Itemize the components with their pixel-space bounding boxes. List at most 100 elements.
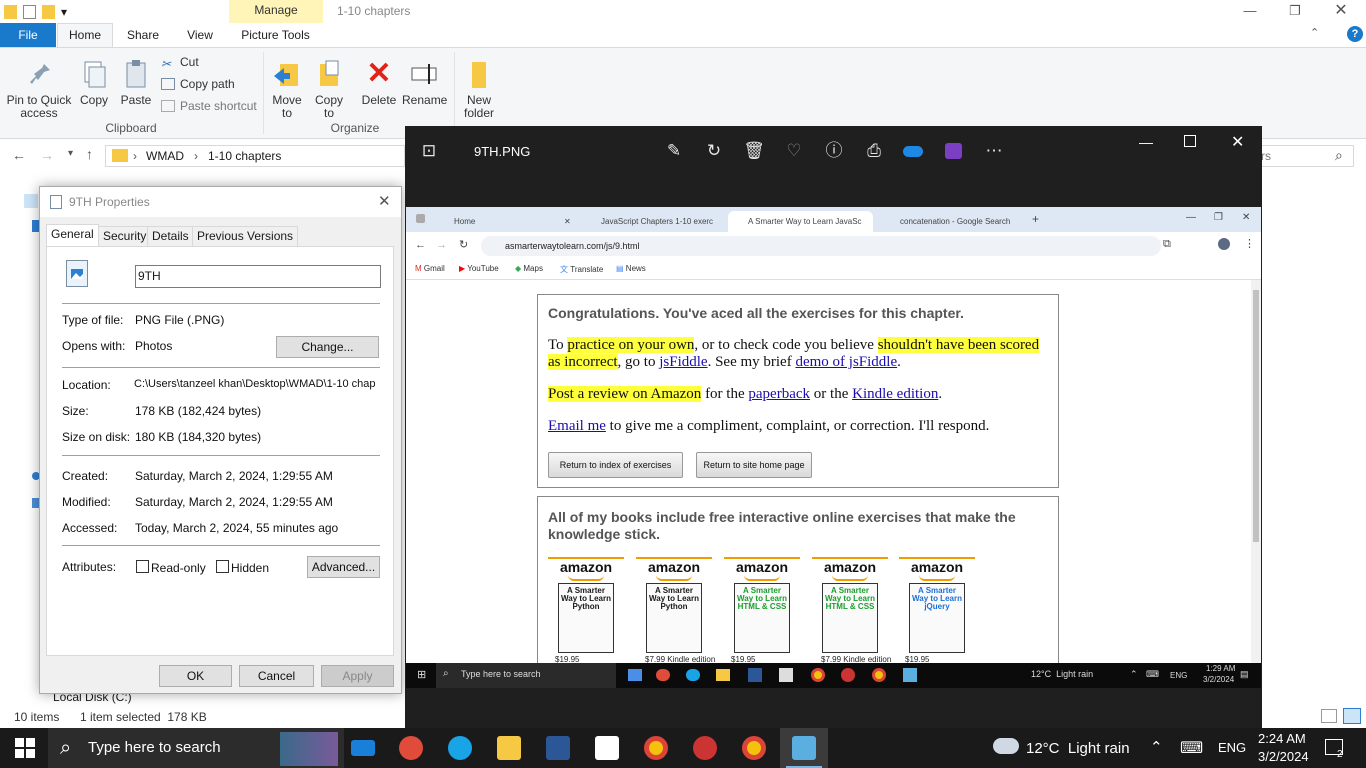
apply-button[interactable]: Apply (321, 665, 394, 687)
address-bar[interactable]: › WMAD › 1-10 chapters (105, 145, 405, 167)
taskbar-time[interactable]: 2:24 AM (1258, 731, 1306, 746)
browser-close-icon[interactable]: ✕ (1242, 212, 1250, 223)
chevron-up-icon[interactable]: ⌃ (1150, 738, 1163, 756)
minimize-button[interactable]: — (1227, 0, 1273, 22)
search-box[interactable]: rs ⌕ (1250, 145, 1354, 167)
cancel-button[interactable]: Cancel (239, 665, 314, 687)
photos-maximize-icon[interactable] (1184, 135, 1196, 147)
browser-forward-icon[interactable]: → (436, 239, 447, 251)
paperback-link[interactable]: paperback (748, 386, 810, 402)
book-card[interactable]: amazon A Smarter Way to Learn Python (548, 557, 624, 657)
taskbar-lang[interactable]: ENG (1218, 740, 1246, 755)
bookmark-gmail[interactable]: M Gmail (415, 264, 445, 273)
browser-back-icon[interactable]: ← (415, 239, 426, 251)
return-index-button[interactable]: Return to index of exercises (548, 452, 683, 478)
new-folder-icon[interactable] (42, 4, 55, 19)
info-icon[interactable]: ⓘ (822, 139, 846, 163)
book-card[interactable]: amazon A Smarter Way to Learn HTML & CSS (724, 557, 800, 657)
email-link[interactable]: Email me (548, 418, 606, 434)
book-card[interactable]: amazon A Smarter Way to Learn HTML & CSS (812, 557, 888, 657)
new-folder-button[interactable]: New folder (458, 58, 500, 120)
taskbar-store[interactable] (583, 728, 631, 768)
scrollbar-thumb[interactable] (1253, 290, 1259, 542)
tab-security[interactable]: Security (98, 226, 152, 247)
hidden-checkbox[interactable] (216, 560, 229, 573)
bookmark-translate[interactable]: 文 Translate (560, 264, 603, 275)
taskbar-word[interactable] (534, 728, 582, 768)
back-arrow-icon[interactable]: ← (12, 147, 26, 163)
close-icon[interactable]: ✕ (378, 192, 391, 210)
pin-to-quick-access-button[interactable]: Pin to Quick access (4, 58, 74, 120)
paste-button[interactable]: Paste (116, 58, 156, 107)
bookmark-news[interactable]: ▤ News (616, 264, 646, 273)
forward-arrow-icon[interactable]: → (40, 147, 54, 163)
copy-button[interactable]: Copy (76, 58, 112, 107)
photos-close-icon[interactable]: ✕ (1231, 132, 1244, 152)
breadcrumb-wmad[interactable]: WMAD (146, 149, 184, 163)
book-card[interactable]: amazon A Smarter Way to Learn Python (636, 557, 712, 657)
quick-access-icon[interactable] (24, 194, 38, 208)
taskbar-photos[interactable] (780, 728, 828, 768)
delete-icon[interactable]: 🗑 (742, 139, 766, 163)
keyboard-icon[interactable]: ⌨ (1180, 738, 1203, 758)
clipchamp-icon[interactable] (945, 143, 962, 159)
tab-details[interactable]: Details (147, 226, 194, 247)
gallery-icon[interactable]: ⊡ (417, 139, 441, 163)
windows-start-icon[interactable] (15, 738, 35, 758)
tab-general[interactable]: General (46, 224, 99, 246)
recent-chevron-icon[interactable]: ▾ (68, 148, 73, 159)
browser-tab-home[interactable]: Home ✕ (434, 211, 574, 232)
delete-button[interactable]: ✕ Delete (358, 58, 400, 107)
copy-path-button[interactable]: Copy path (161, 75, 235, 93)
rotate-icon[interactable]: ↻ (702, 139, 726, 163)
file-name-field[interactable]: 9TH (135, 265, 381, 288)
move-to-button[interactable]: Move to (268, 58, 306, 120)
paste-shortcut-button[interactable]: Paste shortcut (161, 97, 257, 115)
browser-restore-icon[interactable]: ❐ (1214, 212, 1223, 223)
tab-search-icon[interactable] (416, 214, 425, 223)
tab-file[interactable]: File (0, 23, 56, 47)
new-tab-icon[interactable]: + (1032, 212, 1039, 226)
rename-button[interactable]: Rename (402, 58, 447, 107)
weather-cloud-icon[interactable] (993, 738, 1019, 754)
readonly-checkbox[interactable] (136, 560, 149, 573)
extensions-icon[interactable]: ⧉ (1163, 238, 1171, 251)
favorite-heart-icon[interactable]: ♡ (782, 139, 806, 163)
taskbar-search-box[interactable]: ⌕ Type here to search (48, 728, 344, 768)
taskbar-chrome[interactable] (730, 728, 778, 768)
help-icon[interactable]: ? (1347, 26, 1363, 42)
jsfiddle-link[interactable]: jsFiddle (659, 354, 707, 370)
return-home-button[interactable]: Return to site home page (696, 452, 812, 478)
taskbar-app[interactable] (387, 728, 435, 768)
large-icons-view-icon[interactable] (1343, 708, 1361, 724)
tab-close-icon[interactable]: ✕ (564, 211, 571, 232)
cut-button[interactable]: ✂ Cut (161, 53, 199, 71)
restore-button[interactable]: ❐ (1272, 0, 1318, 22)
browser-tab-smarter-way[interactable]: A Smarter Way to Learn JavaSc (728, 211, 873, 232)
taskbar-app[interactable] (681, 728, 729, 768)
tab-previous-versions[interactable]: Previous Versions (192, 226, 299, 247)
profile-avatar[interactable] (1218, 238, 1230, 250)
taskbar-file-explorer[interactable] (485, 728, 533, 768)
change-button[interactable]: Change... (276, 336, 379, 358)
taskbar-weather[interactable]: 12°C Light rain (1026, 740, 1130, 757)
onedrive-icon[interactable] (903, 146, 923, 157)
edit-image-icon[interactable]: ✎ (662, 139, 686, 163)
browser-tab-google-search[interactable]: concatenation - Google Search (880, 211, 1025, 232)
taskbar-chrome[interactable] (632, 728, 680, 768)
browser-address-bar[interactable]: asmarterwaytolearn.com/js/9.html (481, 236, 1161, 256)
tab-manage[interactable]: Manage (229, 0, 323, 23)
chevron-down-icon[interactable]: ▾ (61, 5, 69, 19)
chevron-up-icon[interactable]: ⌃ (1310, 26, 1319, 39)
advanced-button[interactable]: Advanced... (307, 556, 380, 578)
kindle-link[interactable]: Kindle edition (852, 386, 938, 402)
ok-button[interactable]: OK (159, 665, 232, 687)
close-button[interactable]: ✕ (1318, 0, 1364, 22)
print-icon[interactable]: ⎙ (862, 139, 886, 163)
more-options-icon[interactable]: ⋯ (982, 139, 1006, 163)
photos-minimize-icon[interactable]: — (1139, 134, 1153, 150)
up-arrow-icon[interactable]: ↑ (86, 146, 93, 162)
details-view-icon[interactable] (1321, 709, 1337, 723)
page-scrollbar[interactable] (1251, 280, 1261, 663)
book-card[interactable]: amazon A Smarter Way to Learn jQuery (899, 557, 975, 657)
